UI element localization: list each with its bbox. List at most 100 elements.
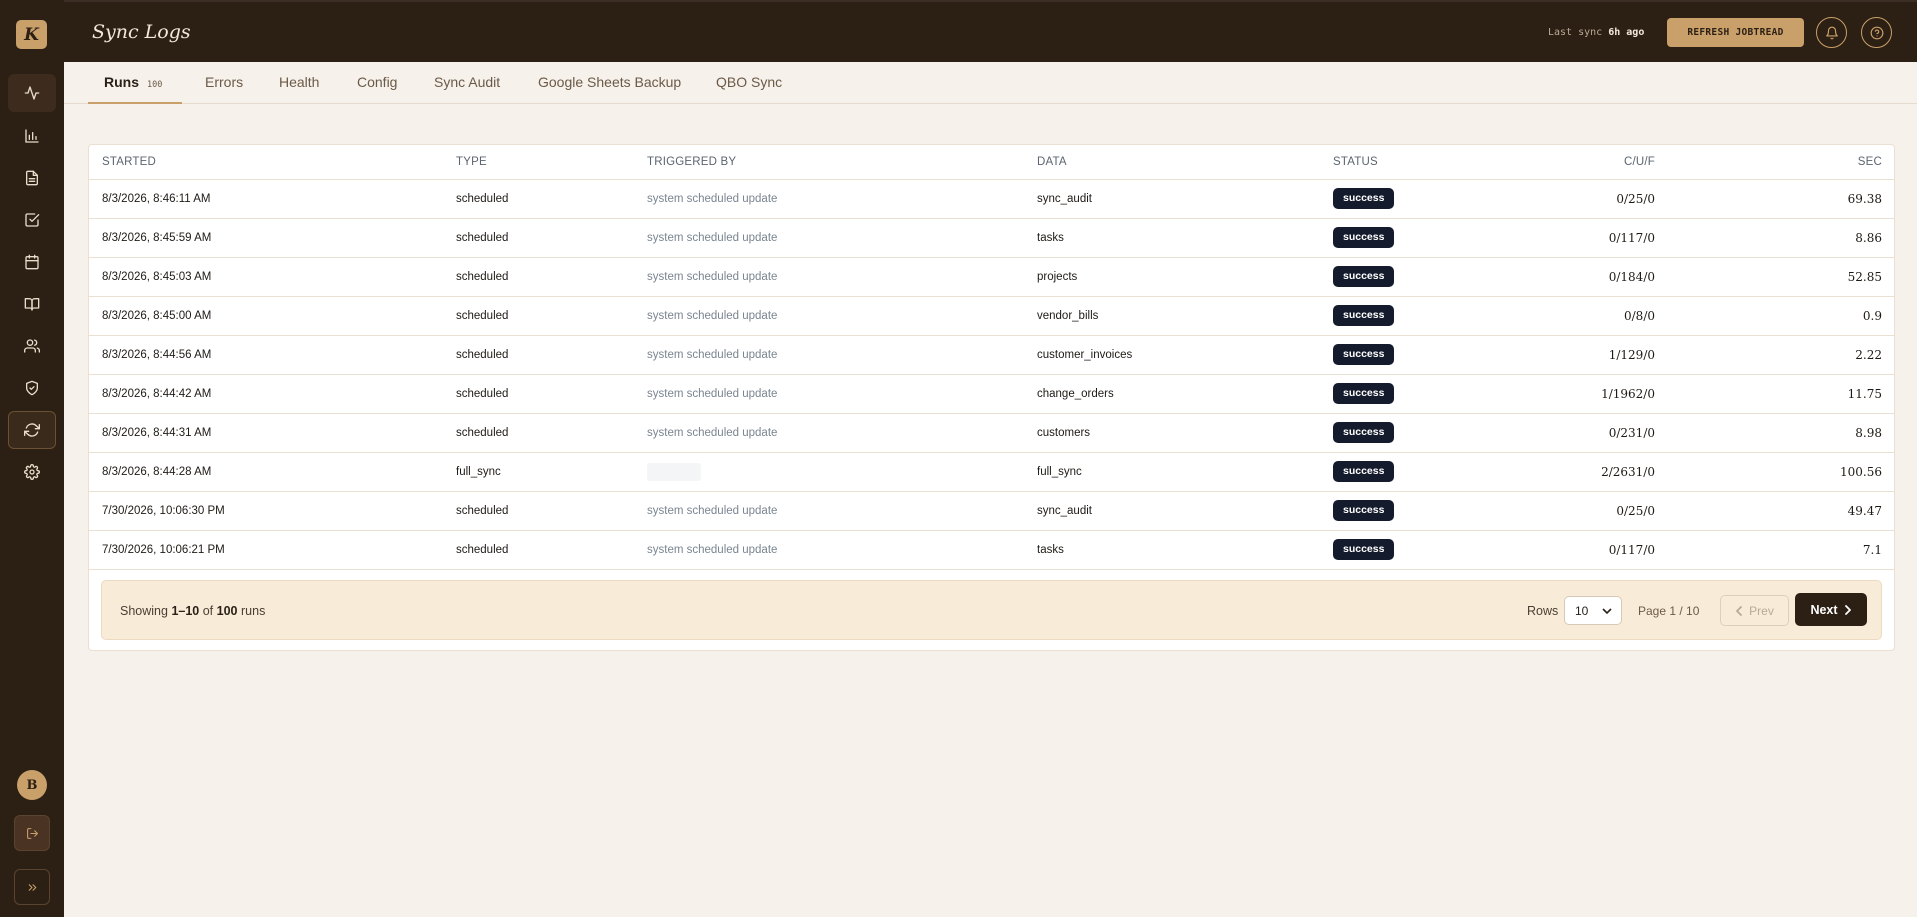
sidebar-item-activity[interactable]: [8, 74, 56, 112]
chevron-down-icon: [1602, 608, 1612, 615]
started-cell: 7/30/2026, 10:06:21 PM: [89, 530, 456, 570]
sidebar-item-calendar[interactable]: [8, 243, 56, 281]
column-header-type[interactable]: TYPE: [456, 145, 647, 180]
type-cell: scheduled: [456, 179, 647, 219]
table-row[interactable]: 8/3/2026, 8:45:59 AM scheduled system sche…: [89, 218, 1894, 258]
sidebar-item-users[interactable]: [8, 327, 56, 365]
cuf-cell: 0/117/0: [1493, 530, 1655, 570]
sidebar-item-sync[interactable]: [8, 411, 56, 449]
cuf-cell: 0/25/0: [1493, 491, 1655, 531]
next-page-button[interactable]: Next: [1795, 593, 1867, 626]
table-row[interactable]: 8/3/2026, 8:44:31 AM scheduled system sche…: [89, 413, 1894, 453]
sidebar-item-tasks[interactable]: [8, 201, 56, 239]
checkbox-icon: [25, 213, 40, 227]
expand-sidebar-button[interactable]: [14, 869, 50, 905]
status-badge: success: [1333, 422, 1395, 443]
status-badge: success: [1333, 188, 1395, 209]
rows-per-page-select[interactable]: 10: [1564, 596, 1622, 625]
table-row[interactable]: 8/3/2026, 8:44:28 AM full_sync full_sync su…: [89, 452, 1894, 492]
showing-range: 1–10: [171, 604, 200, 618]
tab-bar: Runs 100 Errors Health Config Sync Audit …: [64, 62, 1917, 104]
last-sync-label: Last sync: [1548, 27, 1603, 38]
activity-icon: [24, 86, 40, 100]
empty-triggered-by-placeholder: [647, 462, 701, 481]
sidebar: K B: [0, 0, 64, 917]
gear-icon: [24, 464, 40, 480]
tab-qbo-sync[interactable]: QBO Sync: [716, 62, 782, 104]
tab-errors[interactable]: Errors: [205, 62, 243, 104]
data-cell: change_orders: [1037, 374, 1333, 414]
data-cell: full_sync: [1037, 452, 1333, 492]
status-cell: success: [1333, 374, 1493, 414]
sec-cell: 100.56: [1655, 452, 1894, 492]
table-row[interactable]: 8/3/2026, 8:45:00 AM scheduled system sche…: [89, 296, 1894, 336]
table-row[interactable]: 8/3/2026, 8:46:11 AM scheduled system sche…: [89, 179, 1894, 219]
rows-label: Rows: [1527, 604, 1559, 618]
triggered-by-cell: system scheduled update: [647, 413, 1037, 453]
tab-sync-audit[interactable]: Sync Audit: [434, 62, 500, 104]
sidebar-item-security[interactable]: [8, 369, 56, 407]
column-header-started[interactable]: STARTED: [89, 145, 456, 180]
cuf-cell: 0/8/0: [1493, 296, 1655, 336]
column-header-cuf[interactable]: C/U/F: [1493, 145, 1655, 180]
table-row[interactable]: 8/3/2026, 8:44:56 AM scheduled system sche…: [89, 335, 1894, 375]
status-cell: success: [1333, 218, 1493, 258]
last-sync-value: 6h ago: [1608, 27, 1645, 38]
status-badge: success: [1333, 500, 1395, 521]
shield-check-icon: [26, 380, 38, 396]
prev-page-label: Prev: [1749, 603, 1774, 618]
table-row[interactable]: 8/3/2026, 8:45:03 AM scheduled system sche…: [89, 257, 1894, 297]
sec-cell: 52.85: [1655, 257, 1894, 297]
runs-card: STARTED TYPE TRIGGERED BY DATA STATUS C/…: [88, 144, 1895, 651]
logout-icon: [26, 827, 38, 839]
notifications-button[interactable]: [1816, 17, 1847, 48]
sidebar-item-documents[interactable]: [8, 159, 56, 197]
refresh-jobtread-button[interactable]: REFRESH JOBTREAD: [1667, 18, 1804, 47]
book-icon: [24, 298, 40, 311]
started-cell: 8/3/2026, 8:45:59 AM: [89, 218, 456, 258]
data-cell: projects: [1037, 257, 1333, 297]
help-button[interactable]: [1861, 17, 1892, 48]
rows-per-page-value: 10: [1575, 604, 1589, 618]
table-row[interactable]: 8/3/2026, 8:44:42 AM scheduled system sche…: [89, 374, 1894, 414]
tab-runs[interactable]: Runs 100: [88, 62, 183, 104]
sec-cell: 69.38: [1655, 179, 1894, 219]
document-icon: [26, 170, 38, 186]
logout-button[interactable]: [14, 815, 50, 851]
data-cell: customer_invoices: [1037, 335, 1333, 375]
sec-cell: 7.1: [1655, 530, 1894, 570]
showing-total: 100: [216, 604, 238, 618]
last-sync-status: Last sync 6h ago: [1548, 27, 1644, 38]
cuf-cell: 2/2631/0: [1493, 452, 1655, 492]
triggered-by-cell: [647, 452, 1037, 492]
column-header-data[interactable]: DATA: [1037, 145, 1333, 180]
avatar[interactable]: B: [17, 770, 47, 800]
tab-config[interactable]: Config: [357, 62, 397, 104]
sidebar-item-settings[interactable]: [8, 453, 56, 491]
status-cell: success: [1333, 413, 1493, 453]
tab-health[interactable]: Health: [279, 62, 319, 104]
column-header-triggered-by[interactable]: TRIGGERED BY: [647, 145, 1037, 180]
page-title: Sync Logs: [92, 21, 191, 43]
sidebar-item-guide[interactable]: [8, 285, 56, 323]
prev-page-button[interactable]: Prev: [1720, 595, 1789, 626]
sidebar-item-reports[interactable]: [8, 117, 56, 155]
app-logo[interactable]: K: [16, 20, 47, 49]
started-cell: 8/3/2026, 8:44:28 AM: [89, 452, 456, 492]
triggered-by-cell: system scheduled update: [647, 257, 1037, 297]
status-badge: success: [1333, 383, 1395, 404]
status-badge: success: [1333, 461, 1395, 482]
started-cell: 8/3/2026, 8:45:00 AM: [89, 296, 456, 336]
sec-cell: 49.47: [1655, 491, 1894, 531]
calendar-icon: [25, 254, 39, 270]
table-row[interactable]: 7/30/2026, 10:06:30 PM scheduled system sc…: [89, 491, 1894, 531]
column-header-status[interactable]: STATUS: [1333, 145, 1493, 180]
tab-google-sheets-backup[interactable]: Google Sheets Backup: [538, 62, 681, 104]
started-cell: 8/3/2026, 8:44:56 AM: [89, 335, 456, 375]
column-header-sec[interactable]: SEC: [1655, 145, 1894, 180]
triggered-by-cell: system scheduled update: [647, 374, 1037, 414]
status-cell: success: [1333, 530, 1493, 570]
data-cell: sync_audit: [1037, 491, 1333, 531]
status-cell: success: [1333, 296, 1493, 336]
table-row[interactable]: 7/30/2026, 10:06:21 PM scheduled system sc…: [89, 530, 1894, 570]
